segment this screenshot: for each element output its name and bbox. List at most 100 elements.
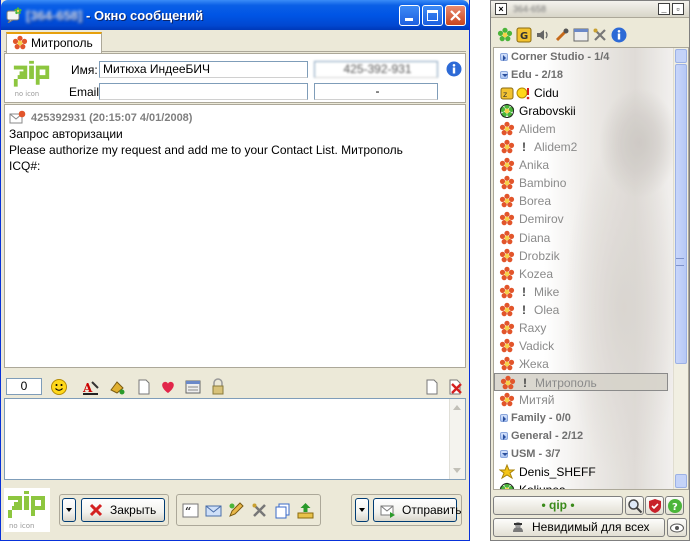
- info-icon[interactable]: [611, 27, 627, 43]
- offline-flower-icon: [499, 248, 515, 264]
- email-label: Email:: [69, 85, 103, 99]
- contact-item[interactable]: ! Mike: [494, 283, 674, 301]
- message-input[interactable]: [4, 398, 466, 480]
- flower-icon: [12, 35, 28, 51]
- lock-icon[interactable]: [209, 378, 227, 396]
- splitter[interactable]: [1, 369, 469, 373]
- contact-name: Митяй: [519, 392, 555, 407]
- close-options-dropdown[interactable]: [62, 498, 76, 522]
- message-window: [364-658] - Окно сообщений Митрополь Имя…: [0, 0, 470, 541]
- tab-mitropol[interactable]: Митрополь: [6, 32, 102, 53]
- scroll-up-icon[interactable]: [675, 49, 687, 63]
- status-label: Невидимый для всех: [532, 520, 650, 534]
- collapse-icon[interactable]: [500, 450, 508, 459]
- contact-item[interactable]: ! Olea: [494, 301, 674, 319]
- contact-item[interactable]: Anika: [494, 156, 674, 174]
- scroll-thumb[interactable]: [675, 64, 687, 364]
- new-file-icon[interactable]: [423, 378, 441, 396]
- collapse-icon[interactable]: [500, 71, 508, 80]
- contact-item[interactable]: Denis_SHEFF: [494, 463, 674, 481]
- contact-item[interactable]: Raxy: [494, 319, 674, 337]
- input-scrollbar[interactable]: [449, 399, 465, 479]
- settings-icon[interactable]: [592, 27, 608, 43]
- uin-field[interactable]: 425-392-931: [314, 61, 438, 78]
- contact-group[interactable]: Corner Studio - 1/4: [494, 48, 674, 66]
- contact-group[interactable]: Family - 0/0: [494, 409, 674, 427]
- email-field[interactable]: [99, 83, 308, 100]
- contact-item[interactable]: z Cidu: [494, 84, 674, 102]
- mail-icon[interactable]: [205, 502, 222, 519]
- contact-list[interactable]: Corner Studio - 1/4 Edu - 2/18 z Cidu Grabov…: [493, 47, 689, 490]
- contact-item[interactable]: ! Митрополь: [494, 372, 668, 391]
- send-icon: [380, 505, 395, 518]
- contact-item[interactable]: Митяй: [494, 391, 674, 409]
- expand-icon[interactable]: [500, 414, 508, 422]
- font-color-icon[interactable]: A: [82, 378, 100, 396]
- main-menu-icon[interactable]: [497, 27, 513, 43]
- expand-icon[interactable]: [500, 53, 508, 61]
- contact-item[interactable]: Bambino: [494, 174, 674, 192]
- scroll-down-icon[interactable]: [453, 468, 461, 473]
- contact-item[interactable]: ! Alidem2: [494, 138, 674, 156]
- contact-item[interactable]: Drobzik: [494, 247, 674, 265]
- offline-flower-icon: [499, 230, 515, 246]
- history-icon[interactable]: [573, 27, 589, 43]
- heart-icon[interactable]: [159, 378, 177, 396]
- contact-group[interactable]: Edu - 2/18: [494, 66, 674, 84]
- contact-group[interactable]: General - 2/12: [494, 427, 674, 445]
- clear-icon[interactable]: [446, 378, 464, 396]
- contact-item[interactable]: Grabovskii: [494, 102, 674, 120]
- minimize-icon[interactable]: _: [658, 3, 670, 15]
- contact-group[interactable]: USM - 3/7: [494, 445, 674, 463]
- qip-menu-button[interactable]: • qip •: [493, 496, 623, 515]
- close-button[interactable]: Закрыть: [81, 498, 165, 522]
- tools-icon[interactable]: [251, 502, 268, 519]
- restore-icon[interactable]: ▫: [672, 3, 684, 15]
- contact-list-uin: 364-658: [513, 4, 547, 14]
- smiley-icon[interactable]: [50, 378, 68, 396]
- contact-item[interactable]: Diana: [494, 229, 674, 247]
- contact-name: Bambino: [519, 176, 567, 191]
- extra-field[interactable]: -: [314, 83, 438, 100]
- group-mode-icon[interactable]: G: [516, 27, 532, 43]
- message-history[interactable]: 425392931 (20:15:07 4/01/2008) Запрос ав…: [4, 104, 466, 368]
- status-options-button[interactable]: [667, 518, 687, 537]
- help-button[interactable]: ?: [665, 496, 684, 515]
- quote-icon[interactable]: “: [182, 502, 199, 519]
- close-icon[interactable]: ×: [495, 3, 507, 15]
- contact-item[interactable]: Demirov: [494, 210, 674, 228]
- contact-item[interactable]: Жека: [494, 355, 674, 373]
- name-field[interactable]: Митюха ИндееБИЧ: [99, 61, 308, 78]
- sound-icon[interactable]: [535, 27, 551, 43]
- scroll-down-icon[interactable]: [675, 474, 687, 488]
- tools-icon[interactable]: [554, 27, 570, 43]
- history-icon[interactable]: [184, 378, 202, 396]
- contact-item[interactable]: Vadick: [494, 337, 674, 355]
- file-icon[interactable]: [135, 378, 153, 396]
- contact-item[interactable]: Kozea: [494, 265, 674, 283]
- maximize-button[interactable]: [422, 5, 443, 26]
- send-options-dropdown[interactable]: [355, 498, 369, 522]
- paint-icon[interactable]: [108, 378, 126, 396]
- contact-item[interactable]: Koliunea: [494, 481, 674, 489]
- title-bar[interactable]: [364-658] - Окно сообщений: [1, 0, 469, 30]
- scroll-up-icon[interactable]: [453, 405, 461, 410]
- expand-icon[interactable]: [500, 432, 508, 441]
- security-button[interactable]: [645, 496, 664, 515]
- minimize-button[interactable]: [399, 5, 420, 26]
- edit-icon[interactable]: [228, 502, 245, 519]
- contact-list-title-bar[interactable]: × 364-658 _ ▫: [491, 1, 689, 18]
- search-button[interactable]: [625, 496, 644, 515]
- contact-name: Митрополь: [535, 375, 597, 390]
- contact-name: Borea: [519, 194, 552, 209]
- contact-list-scrollbar[interactable]: [673, 48, 688, 489]
- copy-icon[interactable]: [274, 502, 291, 519]
- status-selector[interactable]: Невидимый для всех: [493, 518, 665, 537]
- contact-item[interactable]: Borea: [494, 192, 674, 210]
- info-icon[interactable]: [446, 61, 462, 77]
- contact-item[interactable]: Alidem: [494, 120, 674, 138]
- upload-icon[interactable]: [297, 502, 314, 519]
- send-button[interactable]: Отправить: [373, 498, 462, 522]
- close-window-button[interactable]: [445, 5, 466, 26]
- char-counter: 0: [6, 378, 42, 395]
